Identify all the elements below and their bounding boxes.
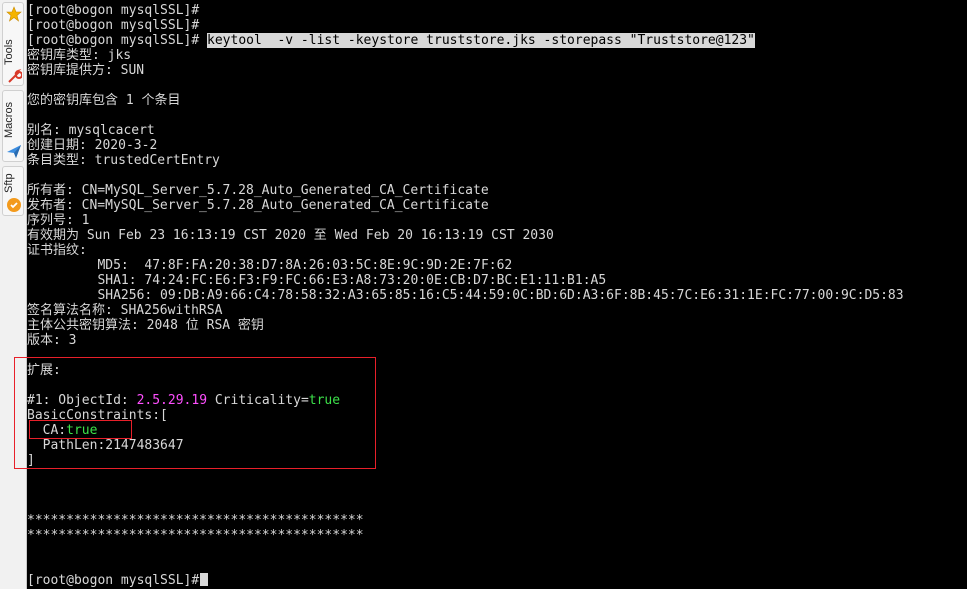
extension-highlight-box	[14, 357, 376, 469]
output-line: 证书指纹:	[27, 243, 87, 258]
separator-line: ****************************************…	[27, 513, 364, 528]
output-line: 条目类型: trustedCertEntry	[27, 153, 220, 168]
output-line: SHA1: 74:24:FC:E6:F3:F9:FC:66:E3:A8:73:2…	[27, 273, 607, 288]
output-line: 有效期为 Sun Feb 23 16:13:19 CST 2020 至 Wed …	[27, 228, 554, 243]
output-line: 密钥库提供方: SUN	[27, 63, 145, 78]
output-line: 版本: 3	[27, 333, 77, 348]
separator-line: ****************************************…	[27, 528, 364, 543]
prompt-line: [root@bogon mysqlSSL]#	[27, 18, 200, 33]
tab-sftp[interactable]: Sftp	[2, 166, 24, 216]
output-line: 创建日期: 2020-3-2	[27, 138, 158, 153]
tab-sftp-label: Sftp	[3, 173, 15, 193]
sftp-icon	[7, 198, 21, 212]
tab-macros-label: Macros	[3, 101, 15, 139]
tab-macros[interactable]: Macros	[2, 90, 24, 162]
tab-tools[interactable]: Tools	[2, 2, 24, 86]
wrench-icon	[8, 69, 22, 83]
output-line: 序列号: 1	[27, 213, 90, 228]
output-line: 密钥库类型: jks	[27, 48, 132, 63]
terminal-output[interactable]: [root@bogon mysqlSSL]# [root@bogon mysql…	[14, 0, 967, 589]
output-line: SHA256: 09:DB:A9:66:C4:78:58:32:A3:65:85…	[27, 288, 904, 303]
output-line: MD5: 47:8F:FA:20:38:D7:8A:26:03:5C:8E:9C…	[27, 258, 513, 273]
tab-tools-label: Tools	[3, 39, 15, 65]
output-line: 您的密钥库包含 1 个条目	[27, 93, 181, 108]
output-line: 主体公共密钥算法: 2048 位 RSA 密钥	[27, 318, 264, 333]
terminal-cursor	[200, 573, 209, 586]
prompt-line: [root@bogon mysqlSSL]#	[27, 3, 200, 18]
selected-command: keytool -v -list -keystore truststore.jk…	[207, 33, 755, 48]
final-prompt-line: [root@bogon mysqlSSL]#	[27, 573, 209, 588]
output-line: 所有者: CN=MySQL_Server_5.7.28_Auto_Generat…	[27, 183, 489, 198]
output-line: 发布者: CN=MySQL_Server_5.7.28_Auto_Generat…	[27, 198, 489, 213]
prompt-text: [root@bogon mysqlSSL]#	[27, 33, 200, 48]
output-line: 签名算法名称: SHA256withRSA	[27, 303, 223, 318]
session-sidebar: Tools Macros Sftp	[0, 0, 27, 589]
star-icon	[6, 6, 22, 22]
paperplane-icon	[7, 145, 21, 158]
ca-true-highlight-box	[29, 420, 132, 439]
output-line: 别名: mysqlcacert	[27, 123, 155, 138]
command-line: [root@bogon mysqlSSL]# keytool -v -list …	[27, 33, 755, 48]
